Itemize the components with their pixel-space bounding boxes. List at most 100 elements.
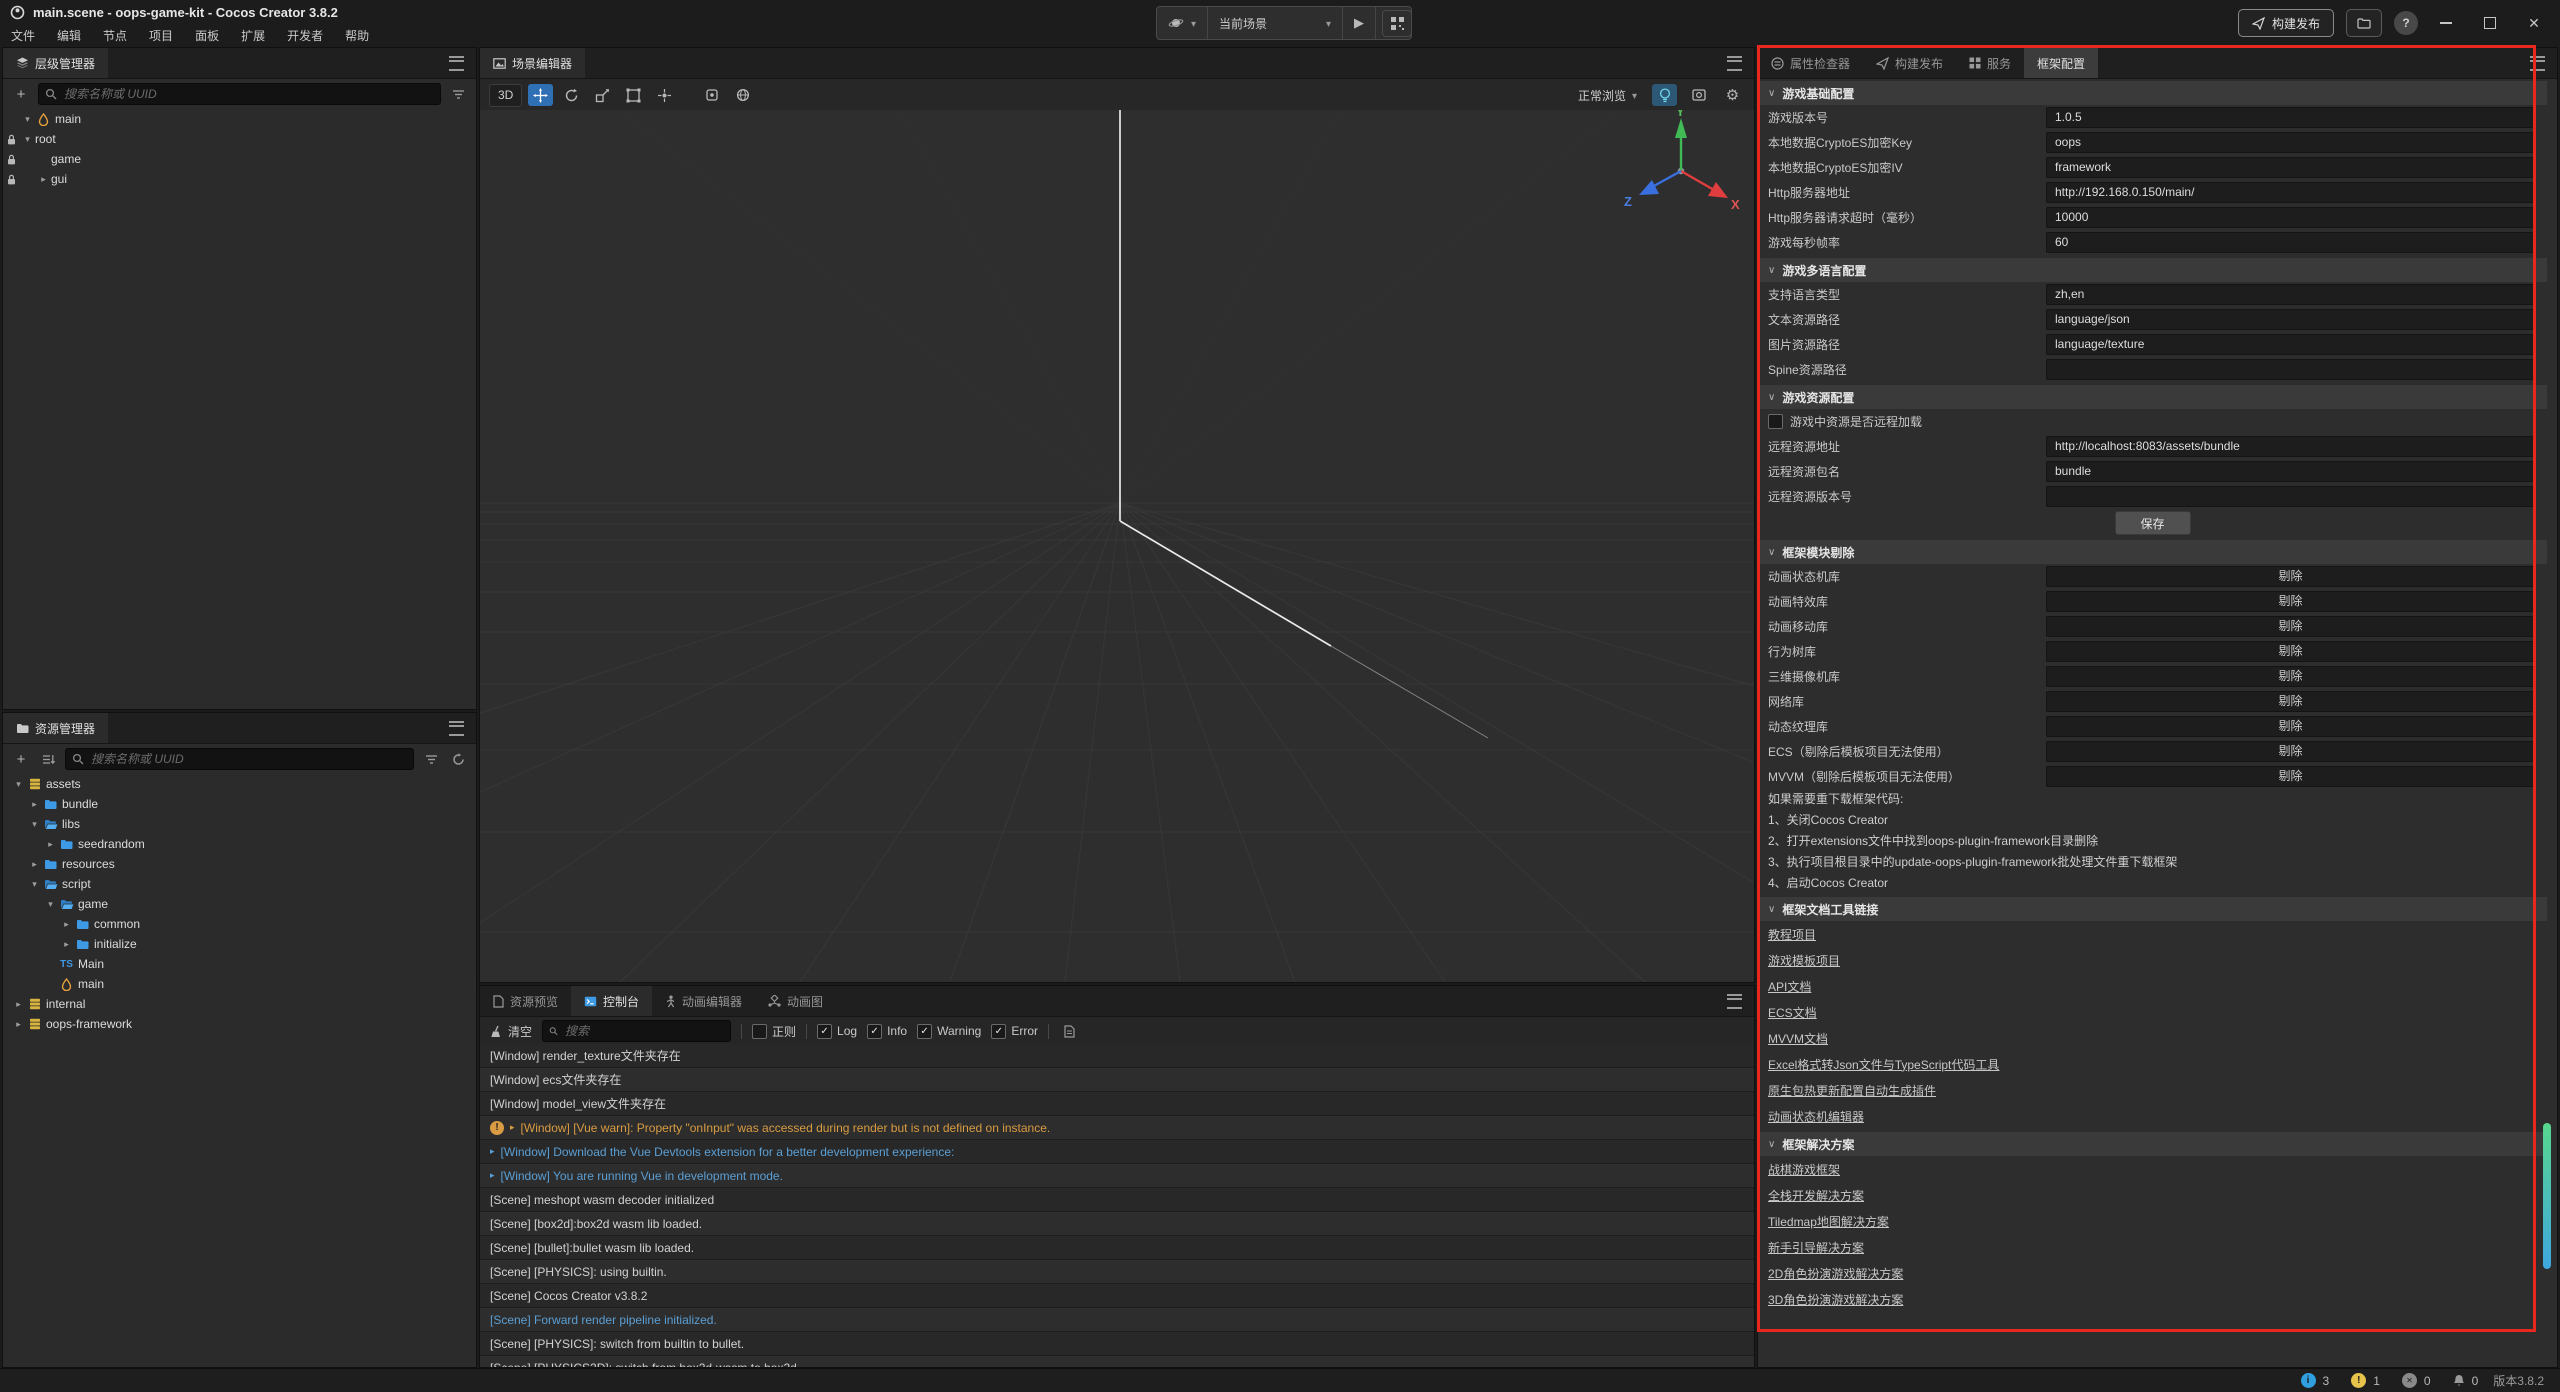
menu-help[interactable]: 帮助 — [334, 27, 380, 44]
collapse-arrow-icon[interactable] — [59, 919, 74, 930]
console-log-row[interactable]: [Scene] [bullet]:bullet wasm lib loaded. — [480, 1236, 1754, 1260]
expand-chevron-icon[interactable] — [510, 1122, 515, 1133]
remote-load-checkbox[interactable]: 游戏中资源是否远程加载 — [1758, 409, 2547, 434]
http-timeout-input[interactable]: 10000 — [2046, 207, 2535, 228]
menu-extension[interactable]: 扩展 — [230, 27, 276, 44]
collapse-arrow-icon[interactable] — [27, 859, 42, 870]
doc-link[interactable]: 原生包热更新配置自动生成插件 — [1758, 1077, 2547, 1103]
lock-icon[interactable] — [3, 174, 20, 185]
console-search-box[interactable] — [542, 1020, 731, 1042]
menu-edit[interactable]: 编辑 — [46, 27, 92, 44]
section-language[interactable]: 游戏多语言配置 — [1758, 258, 2547, 282]
collapse-arrow-icon[interactable] — [36, 174, 51, 185]
tree-node-main[interactable]: main — [3, 109, 476, 129]
log-file-button[interactable] — [1059, 1021, 1079, 1041]
console-log-row[interactable]: [Window] model_view文件夹存在 — [480, 1092, 1754, 1116]
console-search-input[interactable] — [563, 1023, 724, 1039]
filter-error-checkbox[interactable]: Error — [991, 1024, 1038, 1039]
asset-node-libs[interactable]: libs — [3, 814, 476, 834]
doc-link[interactable]: 动画状态机编辑器 — [1758, 1103, 2547, 1129]
remove-module-button[interactable]: 剔除 — [2046, 766, 2535, 787]
asset-node-game[interactable]: game — [3, 894, 476, 914]
rotate-tool-button[interactable] — [559, 84, 584, 106]
solution-link[interactable]: 3D角色扮演游戏解决方案 — [1758, 1286, 2547, 1312]
fps-input[interactable]: 60 — [2046, 232, 2535, 253]
asset-node-initialize[interactable]: initialize — [3, 934, 476, 954]
inspector-scrollbar-thumb[interactable] — [2543, 1123, 2551, 1269]
expand-arrow-icon[interactable] — [27, 819, 42, 830]
console-log-row[interactable]: [Scene] [box2d]:box2d wasm lib loaded. — [480, 1212, 1754, 1236]
doc-link[interactable]: 教程项目 — [1758, 921, 2547, 947]
asset-node-bundle[interactable]: bundle — [3, 794, 476, 814]
move-tool-button[interactable] — [528, 84, 553, 106]
asset-node-internal[interactable]: internal — [3, 994, 476, 1014]
panel-menu-icon[interactable] — [449, 721, 464, 736]
tab-service[interactable]: 服务 — [1956, 48, 2024, 78]
regex-checkbox[interactable]: 正则 — [752, 1023, 796, 1040]
remove-module-button[interactable]: 剔除 — [2046, 641, 2535, 662]
tab-property-inspector[interactable]: 属性检查器 — [1758, 48, 1863, 78]
asset-node-assets[interactable]: assets — [3, 774, 476, 794]
console-warn-row[interactable]: ! [Window] [Vue warn]: Property "onInput… — [480, 1116, 1754, 1140]
tab-console[interactable]: 控制台 — [571, 986, 652, 1016]
remote-bundle-name-input[interactable]: bundle — [2046, 461, 2535, 482]
preview-qr-button[interactable] — [1382, 10, 1412, 37]
info-count-icon[interactable] — [2301, 1373, 2316, 1388]
refresh-icon[interactable] — [448, 749, 468, 769]
tree-node-game[interactable]: game — [3, 149, 476, 169]
language-types-input[interactable]: zh,en — [2046, 284, 2535, 305]
remove-module-button[interactable]: 剔除 — [2046, 666, 2535, 687]
image-res-path-input[interactable]: language/texture — [2046, 334, 2535, 355]
expand-arrow-icon[interactable] — [11, 779, 26, 790]
solution-link[interactable]: 全栈开发解决方案 — [1758, 1182, 2547, 1208]
remove-module-button[interactable]: 剔除 — [2046, 741, 2535, 762]
solution-link[interactable]: 2D角色扮演游戏解决方案 — [1758, 1260, 2547, 1286]
panel-menu-icon[interactable] — [449, 56, 464, 71]
pivot-toggle-button[interactable] — [699, 84, 724, 106]
panel-menu-icon[interactable] — [2530, 56, 2545, 71]
console-log-row[interactable]: [Window] render_texture文件夹存在 — [480, 1044, 1754, 1068]
doc-link[interactable]: Excel格式转Json文件与TypeScript代码工具 — [1758, 1051, 2547, 1077]
console-log-row[interactable]: [Scene] [PHYSICS]: using builtin. — [480, 1260, 1754, 1284]
console-log-row[interactable]: [Scene] [PHYSICS]: switch from builtin t… — [480, 1332, 1754, 1356]
rect-tool-button[interactable] — [621, 84, 646, 106]
scale-tool-button[interactable] — [590, 84, 615, 106]
asset-node-oops-framework[interactable]: oops-framework — [3, 1014, 476, 1034]
doc-link[interactable]: MVVM文档 — [1758, 1025, 2547, 1051]
warning-count-icon[interactable] — [2351, 1373, 2366, 1388]
menu-panel[interactable]: 面板 — [184, 27, 230, 44]
solution-link[interactable]: 战棋游戏框架 — [1758, 1156, 2547, 1182]
crypto-key-input[interactable]: oops — [2046, 132, 2535, 153]
console-log-row[interactable]: [Scene] [PHYSICS2D]: switch from box2d-w… — [480, 1356, 1754, 1367]
section-solutions[interactable]: 框架解决方案 — [1758, 1132, 2547, 1156]
panel-menu-icon[interactable] — [1727, 56, 1742, 71]
assets-search-input[interactable] — [89, 751, 407, 767]
tab-hierarchy[interactable]: 层级管理器 — [3, 48, 108, 78]
filter-icon[interactable] — [448, 84, 468, 104]
remote-version-input[interactable] — [2046, 486, 2535, 507]
tab-assets[interactable]: 资源管理器 — [3, 713, 108, 743]
hierarchy-search-box[interactable] — [38, 83, 441, 105]
expand-arrow-icon[interactable] — [27, 879, 42, 890]
tab-build-publish[interactable]: 构建发布 — [1863, 48, 1956, 78]
build-publish-button[interactable]: 构建发布 — [2238, 9, 2334, 37]
sort-icon[interactable] — [38, 749, 58, 769]
expand-arrow-icon[interactable] — [20, 114, 35, 125]
remove-module-button[interactable]: 剔除 — [2046, 716, 2535, 737]
tree-node-gui[interactable]: gui — [3, 169, 476, 189]
collapse-arrow-icon[interactable] — [11, 1019, 26, 1030]
doc-link[interactable]: API文档 — [1758, 973, 2547, 999]
remove-module-button[interactable]: 剔除 — [2046, 591, 2535, 612]
console-log-row[interactable]: [Scene] meshopt wasm decoder initialized — [480, 1188, 1754, 1212]
bell-icon[interactable] — [2453, 1374, 2465, 1387]
error-count-icon[interactable] — [2402, 1373, 2417, 1388]
expand-arrow-icon[interactable] — [20, 134, 35, 145]
http-server-input[interactable]: http://192.168.0.150/main/ — [2046, 182, 2535, 203]
remove-module-button[interactable]: 剔除 — [2046, 566, 2535, 587]
game-version-input[interactable]: 1.0.5 — [2046, 107, 2535, 128]
tab-asset-preview[interactable]: 资源预览 — [480, 986, 571, 1016]
anchor-tool-button[interactable] — [652, 84, 677, 106]
lock-icon[interactable] — [3, 154, 20, 165]
section-game-basic[interactable]: 游戏基础配置 — [1758, 81, 2547, 105]
menu-file[interactable]: 文件 — [0, 27, 46, 44]
